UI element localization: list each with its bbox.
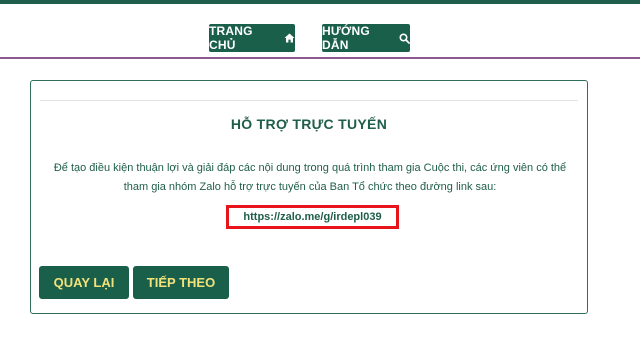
header-divider: [0, 57, 640, 59]
back-button[interactable]: QUAY LẠI: [39, 266, 129, 299]
search-icon: [399, 32, 410, 44]
home-nav-button[interactable]: TRANG CHỦ: [209, 24, 295, 52]
support-card: HỖ TRỢ TRỰC TUYẾN Để tạo điều kiện thuận…: [30, 80, 588, 314]
card-divider: [40, 100, 578, 101]
header: TRANG CHỦ HƯỚNG DẪN: [0, 4, 640, 58]
guide-nav-button[interactable]: HƯỚNG DẪN: [322, 24, 410, 52]
next-button[interactable]: TIẾP THEO: [133, 266, 229, 299]
support-description: Để tạo điều kiện thuận lợi và giải đáp c…: [53, 162, 567, 193]
zalo-group-link[interactable]: https://zalo.me/g/irdepl039: [243, 211, 381, 223]
home-nav-label: TRANG CHỦ: [209, 24, 253, 52]
support-title: HỖ TRỢ TRỰC TUYẾN: [230, 116, 388, 132]
zalo-link-highlight: https://zalo.me/g/irdepl039: [226, 205, 399, 229]
home-icon: [284, 33, 295, 43]
guide-nav-label: HƯỚNG DẪN: [322, 24, 370, 52]
